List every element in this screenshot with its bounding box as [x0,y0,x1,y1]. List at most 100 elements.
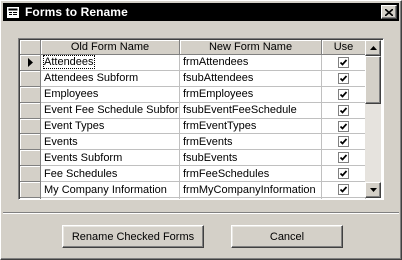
scroll-thumb[interactable] [365,56,381,104]
table-row[interactable]: Attendees frmAttendees [20,55,366,71]
record-selector[interactable] [20,150,41,167]
use-cell [322,70,366,87]
checkmark-icon [339,138,348,146]
column-header-new-form-name[interactable]: New Form Name [180,40,322,55]
old-form-name-cell[interactable]: Fee Schedules [41,166,180,183]
forms-to-rename-dialog: Forms to Rename Old Form Name New Form N… [0,0,402,260]
table-row[interactable]: Payment Methods frmPaymentMethods [20,198,366,200]
record-selector[interactable] [20,134,41,151]
checkmark-icon [339,122,348,130]
old-form-name-cell[interactable]: Events [41,134,180,151]
cancel-button[interactable]: Cancel [231,225,343,248]
use-cell [322,166,366,183]
new-form-name: frmAttendees [183,56,249,69]
use-checkbox[interactable] [338,120,349,132]
new-form-name-cell[interactable]: fsubEvents [180,150,322,167]
new-form-name: frmEmployees [183,88,254,101]
new-form-name-cell[interactable]: frmEvents [180,134,322,151]
old-form-name: Attendees [43,55,95,70]
use-checkbox[interactable] [338,136,349,148]
new-form-name: fsubAttendees [183,72,254,85]
close-button[interactable] [381,5,397,19]
old-form-name-cell[interactable]: Attendees [41,55,180,71]
table-row[interactable]: Employees frmEmployees [20,86,366,103]
old-form-name-cell[interactable]: Payment Methods [41,198,180,200]
new-form-name-cell[interactable]: frmPaymentMethods [180,198,322,200]
new-form-name: frmEvents [183,135,233,148]
rename-checked-forms-button[interactable]: Rename Checked Forms [62,225,204,248]
use-cell [322,55,366,71]
new-form-name-cell[interactable]: fsubAttendees [180,70,322,87]
current-record-icon [27,57,33,67]
record-selector[interactable] [20,182,41,199]
old-form-name-cell[interactable]: Attendees Subform [41,70,180,87]
record-selector-header[interactable] [20,40,41,55]
record-selector[interactable] [20,102,41,119]
table-row[interactable]: Attendees Subform fsubAttendees [20,70,366,87]
use-checkbox[interactable] [338,56,349,68]
header-row: Old Form Name New Form Name Use [20,40,366,55]
old-form-name: Payment Methods [44,199,133,200]
new-form-name-cell[interactable]: frmEmployees [180,86,322,103]
old-form-name: Event Fee Schedule Subform [44,104,180,117]
new-form-name-cell[interactable]: fsubEventFeeSchedule [180,102,322,119]
forms-datasheet[interactable]: Old Form Name New Form Name Use Attendee… [18,38,384,200]
old-form-name-cell[interactable]: Event Types [41,118,180,135]
old-form-name: Events Subform [44,151,123,164]
checkmark-icon [339,75,348,82]
new-form-name-cell[interactable]: frmMyCompanyInformation [180,182,322,199]
table-row[interactable]: Events frmEvents [20,134,366,151]
use-checkbox[interactable] [338,152,349,164]
scroll-down-button[interactable] [365,182,381,198]
new-form-name-cell[interactable]: frmFeeSchedules [180,166,322,183]
use-checkbox[interactable] [338,168,349,180]
new-form-name: frmPaymentMethods [183,199,284,200]
checkmark-icon [339,107,348,114]
use-cell [322,86,366,103]
old-form-name-cell[interactable]: Event Fee Schedule Subform [41,102,180,119]
table-row[interactable]: Event Types frmEventTypes [20,118,366,135]
arrow-down-icon [369,188,377,192]
table-row[interactable]: Event Fee Schedule Subform fsubEventFeeSc… [20,102,366,119]
new-form-name: frmEventTypes [183,120,257,132]
checkmark-icon [339,59,348,66]
new-form-name: fsubEvents [183,151,238,164]
form-icon [6,5,20,19]
use-cell [322,182,366,199]
table-row[interactable]: My Company Information frmMyCompanyInform… [20,182,366,199]
use-cell [322,198,366,199]
new-form-name-cell[interactable]: frmEventTypes [180,118,322,135]
old-form-name-cell[interactable]: Events Subform [41,150,180,167]
checkmark-icon [339,186,348,193]
column-header-old-form-name[interactable]: Old Form Name [41,40,180,55]
old-form-name-cell[interactable]: Employees [41,86,180,103]
use-checkbox[interactable] [338,72,349,84]
record-selector[interactable] [20,70,41,87]
record-selector[interactable] [20,86,41,103]
record-selector[interactable] [20,198,41,199]
use-checkbox[interactable] [338,184,349,196]
column-header-use[interactable]: Use [322,40,366,55]
table-row[interactable]: Events Subform fsubEvents [20,150,366,167]
checkmark-icon [339,170,348,177]
table-row[interactable]: Fee Schedules frmFeeSchedules [20,166,366,183]
old-form-name: Event Types [44,120,105,132]
title-bar[interactable]: Forms to Rename [3,3,399,21]
use-checkbox[interactable] [338,88,349,100]
new-form-name: fsubEventFeeSchedule [183,104,297,117]
use-cell [322,134,366,151]
use-cell [322,150,366,167]
old-form-name-cell[interactable]: My Company Information [41,182,180,199]
use-checkbox[interactable] [338,104,349,116]
vertical-scrollbar[interactable] [365,40,381,198]
record-selector[interactable] [20,118,41,135]
record-selector[interactable] [20,166,41,183]
scroll-up-button[interactable] [365,40,381,56]
old-form-name: Employees [44,88,99,101]
use-cell [322,102,366,119]
old-form-name: Attendees Subform [44,72,139,85]
new-form-name-cell[interactable]: frmAttendees [180,55,322,71]
new-form-name: frmFeeSchedules [183,167,270,180]
arrow-up-icon [369,46,377,50]
record-selector[interactable] [20,55,41,71]
